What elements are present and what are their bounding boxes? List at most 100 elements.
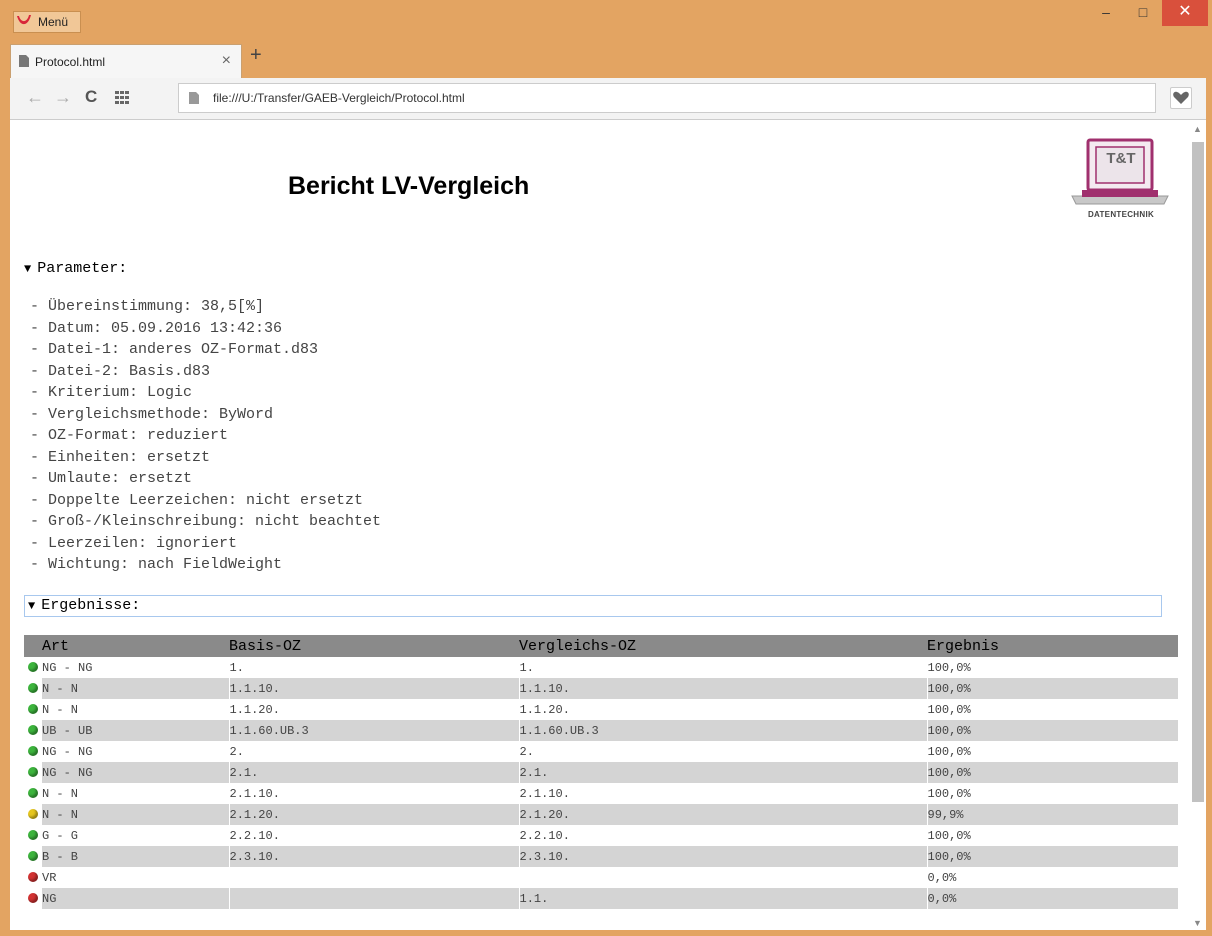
status-cell <box>24 804 42 825</box>
cell-ergebnis: 100,0% <box>926 762 1178 783</box>
table-row: N - N 1.1.20. 1.1.20. 100,0% <box>24 699 1178 720</box>
expanded-triangle-icon: ▼ <box>24 262 32 276</box>
status-cell <box>24 846 42 867</box>
table-row: UB - UB 1.1.60.UB.3 1.1.60.UB.3 100,0% <box>24 720 1178 741</box>
param-item: - Kriterium: Logic <box>30 384 193 401</box>
cell-basis-oz: 1.1.20. <box>228 699 519 720</box>
header-spacer <box>24 635 42 657</box>
tab-strip: Protocol.html × <box>0 40 1212 102</box>
column-header-art: Art <box>42 635 229 657</box>
cell-ergebnis: 100,0% <box>926 720 1178 741</box>
status-dot-icon <box>28 725 38 736</box>
table-row: NG 1.1. 0,0% <box>24 888 1178 909</box>
results-heading: Ergebnisse: <box>41 597 141 614</box>
table-row: VR 0,0% <box>24 867 1178 888</box>
results-table: Art Basis-OZ Vergleichs-OZ Ergebnis NG -… <box>24 635 1178 909</box>
cell-ergebnis: 99,9% <box>926 804 1178 825</box>
speed-dial-icon[interactable] <box>114 89 130 105</box>
column-header-ergebnis: Ergebnis <box>927 635 1178 657</box>
cell-basis-oz: 2.3.10. <box>228 846 519 867</box>
cell-ergebnis: 100,0% <box>926 678 1178 699</box>
param-item: - Datei-1: anderes OZ-Format.d83 <box>30 341 319 358</box>
param-item: - Wichtung: nach FieldWeight <box>30 556 283 573</box>
address-bar[interactable]: file:///U:/Transfer/GAEB-Vergleich/Proto… <box>178 83 1156 113</box>
menu-label: Menü <box>38 15 69 29</box>
cell-ergebnis: 0,0% <box>926 888 1178 909</box>
cell-basis-oz: 1.1.10. <box>228 678 519 699</box>
tab-protocol[interactable]: Protocol.html × <box>10 44 242 78</box>
window-titlebar: Menü – □ ✕ <box>0 0 1212 40</box>
cell-vergleichs-oz <box>518 867 927 888</box>
table-row: NG - NG 1. 1. 100,0% <box>24 657 1178 678</box>
cell-vergleichs-oz: 2.2.10. <box>518 825 927 846</box>
page-viewport: Bericht LV-Vergleich T&T DATENTECHNIK ▼ P… <box>10 120 1206 930</box>
browser-menu-button[interactable]: Menü <box>13 11 81 33</box>
logo-text: T&T <box>1106 150 1136 167</box>
document-icon <box>19 55 29 67</box>
param-item: - Übereinstimmung: 38,5[%] <box>30 298 265 315</box>
vertical-scrollbar[interactable]: ▲ ▼ <box>1190 120 1206 930</box>
param-item: - OZ-Format: reduziert <box>30 427 229 444</box>
table-row: G - G 2.2.10. 2.2.10. 100,0% <box>24 825 1178 846</box>
cell-vergleichs-oz: 1.1.20. <box>518 699 927 720</box>
param-item: - Einheiten: ersetzt <box>30 448 211 466</box>
cell-art: UB - UB <box>42 720 229 741</box>
status-cell <box>24 867 42 888</box>
cell-basis-oz <box>228 888 519 909</box>
status-cell <box>24 720 42 741</box>
param-item: - Umlaute: ersetzt <box>30 470 193 487</box>
status-dot-icon <box>28 893 38 904</box>
minimize-button[interactable]: – <box>1088 0 1124 26</box>
status-cell <box>24 783 42 804</box>
table-header-row: Art Basis-OZ Vergleichs-OZ Ergebnis <box>24 635 1178 657</box>
cell-vergleichs-oz: 1.1.60.UB.3 <box>518 720 927 741</box>
status-dot-icon <box>28 662 38 673</box>
new-tab-button[interactable]: + <box>250 44 262 67</box>
scroll-up-icon[interactable]: ▲ <box>1193 124 1202 134</box>
status-dot-icon <box>28 830 38 841</box>
forward-button[interactable]: → <box>54 87 72 108</box>
parameter-heading: Parameter: <box>37 260 128 277</box>
cell-ergebnis: 100,0% <box>926 825 1178 846</box>
status-dot-icon <box>28 809 38 820</box>
url-text[interactable]: file:///U:/Transfer/GAEB-Vergleich/Proto… <box>213 91 465 105</box>
scrollbar-thumb[interactable] <box>1192 142 1204 802</box>
status-dot-icon <box>28 746 38 757</box>
cell-vergleichs-oz: 2.1.10. <box>518 783 927 804</box>
maximize-button[interactable]: □ <box>1125 0 1161 26</box>
cell-basis-oz: 2. <box>228 741 519 762</box>
heart-icon <box>1173 91 1189 104</box>
results-toggle[interactable]: ▼ Ergebnisse: <box>24 595 1162 617</box>
page-icon <box>189 92 199 104</box>
status-dot-icon <box>28 704 38 715</box>
cell-vergleichs-oz: 2. <box>518 741 927 762</box>
status-dot-icon <box>28 851 38 862</box>
status-cell <box>24 741 42 762</box>
back-button[interactable]: ← <box>26 87 44 108</box>
cell-ergebnis: 100,0% <box>926 846 1178 867</box>
status-cell <box>24 825 42 846</box>
tab-title: Protocol.html <box>35 55 106 69</box>
cell-ergebnis: 100,0% <box>926 741 1178 762</box>
cell-basis-oz: 2.1.10. <box>228 783 519 804</box>
status-dot-icon <box>28 788 38 799</box>
cell-ergebnis: 100,0% <box>926 699 1178 720</box>
reload-button[interactable]: C <box>85 87 97 107</box>
column-header-basis-oz: Basis-OZ <box>229 635 519 657</box>
param-item: - Groß-/Kleinschreibung: nicht beachtet <box>30 513 382 530</box>
cell-basis-oz: 1.1.60.UB.3 <box>228 720 519 741</box>
cell-ergebnis: 100,0% <box>926 783 1178 804</box>
cell-basis-oz <box>228 867 519 888</box>
parameter-toggle[interactable]: ▼ Parameter: <box>24 260 127 277</box>
bookmark-heart-button[interactable] <box>1170 87 1192 109</box>
close-window-button[interactable]: ✕ <box>1162 0 1208 26</box>
parameter-list: - Übereinstimmung: 38,5[%] - Datum: 05.0… <box>30 296 381 576</box>
cell-art: VR <box>42 870 57 885</box>
cell-vergleichs-oz: 2.1.20. <box>518 804 927 825</box>
cell-art: NG <box>42 888 229 909</box>
close-tab-button[interactable]: × <box>222 52 231 70</box>
param-item: - Datei-2: Basis.d83 <box>30 362 211 380</box>
param-item: - Doppelte Leerzeichen: nicht ersetzt <box>30 491 364 509</box>
column-header-vergleichs-oz: Vergleichs-OZ <box>519 635 927 657</box>
scroll-down-icon[interactable]: ▼ <box>1193 918 1202 928</box>
